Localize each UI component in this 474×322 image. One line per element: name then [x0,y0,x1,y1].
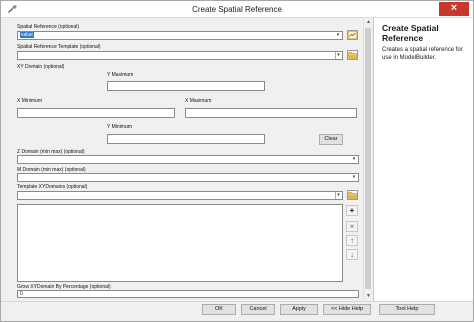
x-maximum-label: X Maximum [185,98,212,104]
scroll-down-icon[interactable]: ▼ [364,292,373,301]
arrow-down-icon: ↓ [350,250,354,259]
hide-help-button[interactable]: << Hide Help [323,304,371,315]
close-icon: × [349,222,355,231]
title-bar: Create Spatial Reference × [1,1,473,18]
y-minimum-input[interactable] [107,134,265,144]
spatial-reference-properties-icon [348,31,357,39]
grow-xydomain-input[interactable]: 0 [17,290,359,298]
help-panel: Create Spatial Reference Creates a spati… [373,18,473,301]
x-maximum-input[interactable] [185,108,357,118]
z-domain-input[interactable]: ▾ [17,155,359,164]
plus-icon: + [349,206,355,215]
scroll-up-icon[interactable]: ▲ [364,18,373,27]
cancel-button[interactable]: Cancel [241,304,275,315]
tool-help-button[interactable]: Tool Help [379,304,435,315]
form-scrollbar[interactable]: ▲ ▼ [363,18,372,301]
template-xydomains-label: Template XYDomains (optional) [17,184,88,190]
m-domain-input[interactable]: ▾ [17,173,359,182]
move-down-button[interactable]: ↓ [346,249,358,260]
chevron-down-icon[interactable]: ▾ [351,174,357,181]
template-xydomains-list[interactable] [17,204,343,282]
x-minimum-label: X Minimum [17,98,43,104]
spatial-reference-properties-button[interactable] [347,30,358,40]
spatial-reference-template-browse-button[interactable] [347,50,358,60]
add-row-button[interactable]: + [346,205,358,216]
xy-domain-label: XY Domain (optional) [17,64,65,70]
folder-icon [348,52,357,59]
close-button[interactable]: × [439,2,469,16]
move-up-button[interactable]: ↑ [346,235,358,246]
scrollbar-thumb[interactable] [365,28,371,289]
help-title: Create Spatial Reference [382,23,439,43]
y-maximum-input[interactable] [107,81,265,91]
help-description: Creates a spatial reference for use in M… [382,47,463,61]
dialog-footer: OK Cancel Apply << Hide Help Tool Help [1,301,473,321]
arrow-up-icon: ↑ [350,236,354,245]
remove-row-button[interactable]: × [346,221,358,232]
chevron-down-icon[interactable]: ▾ [335,192,341,199]
y-maximum-label: Y Maximum [107,72,134,78]
template-xydomains-browse-button[interactable] [347,190,358,200]
spatial-reference-value: value [20,32,34,38]
apply-button[interactable]: Apply [280,304,318,315]
chevron-down-icon[interactable]: ▾ [335,52,341,59]
spatial-reference-template-input[interactable]: ▾ [17,51,343,60]
spatial-reference-label: Spatial Reference (optional) [17,24,79,30]
parameters-form: Spatial Reference (optional) value ▾ Spa… [1,18,373,301]
y-minimum-label: Y Minimum [107,124,132,130]
folder-icon [348,192,357,199]
tool-dialog-window: Create Spatial Reference × Spatial Refer… [0,0,474,322]
x-minimum-input[interactable] [17,108,175,118]
chevron-down-icon[interactable]: ▾ [351,156,357,163]
chevron-down-icon[interactable]: ▾ [335,32,341,39]
grow-xydomain-value: 0 [20,291,23,297]
ok-button[interactable]: OK [202,304,236,315]
clear-button[interactable]: Clear [319,134,343,145]
spatial-reference-template-label: Spatial Reference Template (optional) [17,44,101,50]
template-xydomains-input[interactable]: ▾ [17,191,343,200]
spatial-reference-input[interactable]: value ▾ [17,31,343,40]
window-title: Create Spatial Reference [192,5,282,14]
